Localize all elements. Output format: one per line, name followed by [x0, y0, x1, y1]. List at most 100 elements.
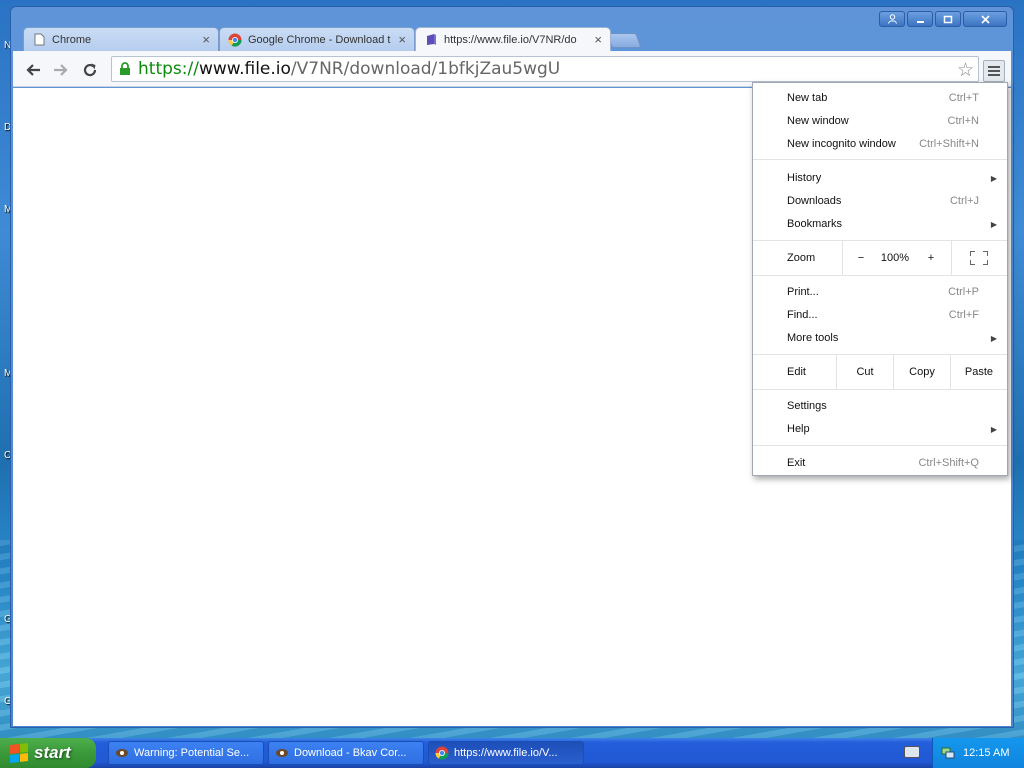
chrome-menu-button[interactable]	[983, 60, 1005, 82]
chrome-logo-icon	[435, 746, 449, 760]
forward-button[interactable]	[51, 60, 71, 80]
menu-item-history[interactable]: History ▶	[753, 167, 1007, 189]
minimize-button[interactable]	[907, 11, 933, 27]
menu-item-more-tools[interactable]: More tools ▶	[753, 327, 1007, 349]
menu-label: Exit	[787, 457, 806, 469]
close-tab-icon[interactable]: ×	[398, 32, 406, 47]
fullscreen-button[interactable]	[959, 241, 999, 275]
bookmark-star-icon[interactable]: ☆	[957, 59, 974, 81]
hamburger-icon	[988, 66, 1000, 68]
tab-chrome[interactable]: Chrome ×	[23, 27, 219, 51]
chrome-logo-icon	[228, 33, 242, 47]
menu-label: Print...	[787, 286, 819, 298]
tab-strip: Chrome × Google Chrome - Download t × ht…	[23, 27, 663, 51]
menu-item-bookmarks[interactable]: Bookmarks ▶	[753, 213, 1007, 235]
menu-label: New incognito window	[787, 138, 896, 150]
menu-item-find[interactable]: Find... Ctrl+F	[753, 304, 1007, 326]
address-bar[interactable]: https://www.file.io/V7NR/download/1bfkjZ…	[111, 56, 979, 82]
bkav-icon	[275, 746, 289, 760]
menu-label: New window	[787, 115, 849, 127]
taskbar-item-chrome[interactable]: https://www.file.io/V...	[428, 741, 584, 765]
menu-shortcut: Ctrl+J	[949, 195, 979, 207]
menu-separator	[753, 275, 1007, 276]
close-icon	[980, 14, 990, 24]
submenu-arrow-icon: ▶	[990, 424, 997, 434]
clock[interactable]: 12:15 AM	[963, 747, 1009, 759]
close-tab-icon[interactable]: ×	[202, 32, 210, 47]
menu-label: Downloads	[787, 195, 842, 207]
copy-button[interactable]: Copy	[894, 355, 950, 389]
back-arrow-icon	[26, 64, 40, 76]
minimize-icon	[916, 20, 924, 23]
menu-item-new-tab[interactable]: New tab Ctrl+T	[753, 87, 1007, 109]
new-tab-button[interactable]	[606, 33, 642, 48]
edit-label: Edit	[787, 366, 806, 378]
menu-label: Settings	[787, 400, 827, 412]
menu-edit-row: Edit Cut Copy Paste	[753, 355, 1007, 389]
menu-label: Bookmarks	[787, 218, 843, 230]
zoom-label: Zoom	[787, 252, 816, 264]
menu-separator	[753, 389, 1007, 390]
close-window-button[interactable]	[963, 11, 1007, 27]
lock-icon	[120, 62, 130, 75]
keyboard-icon[interactable]	[904, 746, 920, 758]
file-io-favicon-icon	[424, 33, 438, 47]
menu-item-exit[interactable]: Exit Ctrl+Shift+Q	[753, 452, 1007, 474]
chrome-menu: New tab Ctrl+T New window Ctrl+N New inc…	[752, 82, 1008, 476]
url-path: /V7NR/download/1bfkjZau5wgU	[290, 59, 561, 79]
zoom-level: 100%	[880, 252, 910, 264]
task-label: https://www.file.io/V...	[454, 747, 558, 759]
close-tab-icon[interactable]: ×	[594, 32, 602, 47]
restore-icon	[943, 15, 953, 23]
taskbar-item-warning[interactable]: Warning: Potential Se...	[108, 741, 264, 765]
cut-button[interactable]: Cut	[837, 355, 893, 389]
page-icon	[32, 33, 46, 47]
tab-title: https://www.file.io/V7NR/do	[444, 33, 577, 46]
menu-shortcut: Ctrl+N	[947, 115, 979, 127]
reload-button[interactable]	[80, 60, 100, 80]
menu-zoom-row: Zoom − 100% +	[753, 241, 1007, 275]
reload-icon	[83, 63, 97, 77]
paste-button[interactable]: Paste	[951, 355, 1007, 389]
submenu-arrow-icon: ▶	[990, 219, 997, 229]
menu-shortcut: Ctrl+Shift+N	[919, 138, 979, 150]
maximize-button[interactable]	[935, 11, 961, 27]
menu-item-downloads[interactable]: Downloads Ctrl+J	[753, 190, 1007, 212]
menu-label: More tools	[787, 332, 839, 344]
menu-shortcut: Ctrl+T	[948, 92, 979, 104]
menu-item-new-window[interactable]: New window Ctrl+N	[753, 110, 1007, 132]
tab-google-chrome-download[interactable]: Google Chrome - Download t ×	[219, 27, 415, 51]
network-icon[interactable]	[941, 746, 955, 760]
zoom-out-button[interactable]: −	[849, 241, 873, 275]
menu-item-settings[interactable]: Settings	[753, 395, 1007, 417]
submenu-arrow-icon: ▶	[990, 333, 997, 343]
menu-item-new-incognito-window[interactable]: New incognito window Ctrl+Shift+N	[753, 133, 1007, 155]
zoom-in-button[interactable]: +	[919, 241, 943, 275]
tab-file-io[interactable]: https://www.file.io/V7NR/do ×	[415, 27, 611, 51]
windows-logo-icon	[10, 743, 28, 763]
menu-item-print[interactable]: Print... Ctrl+P	[753, 281, 1007, 303]
menu-shortcut: Ctrl+P	[948, 286, 979, 298]
tab-title: Google Chrome - Download t	[248, 33, 391, 46]
system-tray: 12:15 AM	[932, 738, 1024, 768]
menu-label: Find...	[787, 309, 818, 321]
menu-label: New tab	[787, 92, 828, 104]
menu-label: Help	[787, 423, 810, 435]
forward-arrow-icon	[54, 64, 68, 76]
user-icon	[887, 14, 897, 24]
menu-shortcut: Ctrl+Shift+Q	[918, 457, 979, 469]
menu-label: History	[787, 172, 822, 184]
fullscreen-icon	[970, 251, 988, 265]
url-scheme: https://	[138, 59, 199, 79]
task-label: Download - Bkav Cor...	[294, 747, 407, 759]
profile-button[interactable]	[879, 11, 905, 27]
task-label: Warning: Potential Se...	[134, 747, 250, 759]
taskbar-item-download-bkav[interactable]: Download - Bkav Cor...	[268, 741, 424, 765]
tab-title: Chrome	[52, 33, 92, 46]
url-host: www.file.io	[198, 59, 291, 79]
window-controls	[879, 11, 1007, 27]
back-button[interactable]	[23, 60, 43, 80]
start-button[interactable]: start	[0, 738, 96, 768]
menu-item-help[interactable]: Help ▶	[753, 418, 1007, 440]
submenu-arrow-icon: ▶	[990, 173, 997, 183]
